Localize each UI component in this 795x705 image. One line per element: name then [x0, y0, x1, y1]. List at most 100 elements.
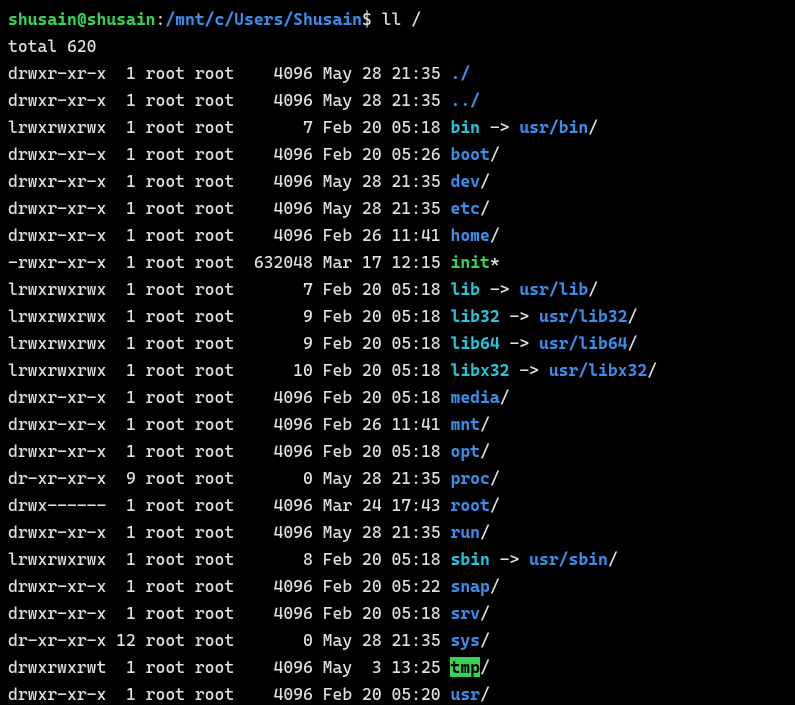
file-meta: 1 root root 4096 May 28 21:35 — [106, 90, 450, 110]
file-permissions: lrwxrwxrwx — [8, 117, 106, 137]
ls-row: lrwxrwxrwx 1 root root 7 Feb 20 05:18 li… — [8, 276, 787, 303]
ls-row: drwxr-xr-x 1 root root 4096 Feb 20 05:26… — [8, 141, 787, 168]
file-name: lib32 — [450, 306, 499, 326]
file-meta: 1 root root 4096 Feb 26 11:41 — [106, 225, 450, 245]
file-type-suffix: / — [628, 333, 638, 353]
symlink-arrow-icon: -> — [509, 360, 548, 380]
file-type-suffix: / — [490, 468, 500, 488]
file-name: lib64 — [450, 333, 499, 353]
file-name: run — [450, 522, 480, 542]
file-permissions: drwxrwxrwt — [8, 657, 106, 677]
terminal[interactable]: shusain@shusain:/mnt/c/Users/Shusain$ ll… — [8, 6, 787, 705]
file-permissions: drwxr-xr-x — [8, 225, 106, 245]
file-type-suffix: / — [480, 441, 490, 461]
file-type-suffix: / — [490, 144, 500, 164]
file-type-suffix: / — [588, 117, 598, 137]
file-type-suffix: / — [647, 360, 657, 380]
file-meta: 1 root root 4096 Feb 20 05:18 — [106, 387, 450, 407]
symlink-arrow-icon: -> — [480, 117, 519, 137]
file-meta: 1 root root 4096 Feb 20 05:26 — [106, 144, 450, 164]
file-name: dev — [450, 171, 480, 191]
file-meta: 1 root root 4096 Feb 20 05:20 — [106, 684, 450, 704]
file-type-suffix: / — [480, 603, 490, 623]
ls-row: dr-xr-xr-x 12 root root 0 May 28 21:35 s… — [8, 627, 787, 654]
file-name: usr — [450, 684, 480, 704]
file-meta: 1 root root 4096 May 28 21:35 — [106, 63, 450, 83]
symlink-arrow-icon: -> — [490, 549, 529, 569]
ls-row: drwxr-xr-x 1 root root 4096 May 28 21:35… — [8, 519, 787, 546]
ls-row: drwx------ 1 root root 4096 Mar 24 17:43… — [8, 492, 787, 519]
file-name: srv — [450, 603, 480, 623]
file-type-suffix: / — [608, 549, 618, 569]
file-permissions: drwxr-xr-x — [8, 63, 106, 83]
file-meta: 1 root root 4096 Feb 26 11:41 — [106, 414, 450, 434]
file-name: etc — [450, 198, 480, 218]
file-name: sys — [450, 630, 480, 650]
file-meta: 9 root root 0 May 28 21:35 — [106, 468, 450, 488]
file-meta: 1 root root 7 Feb 20 05:18 — [106, 117, 450, 137]
file-permissions: lrwxrwxrwx — [8, 549, 106, 569]
ls-row: lrwxrwxrwx 1 root root 10 Feb 20 05:18 l… — [8, 357, 787, 384]
symlink-target: usr/libx32 — [549, 360, 647, 380]
file-type-suffix: / — [480, 630, 490, 650]
file-meta: 1 root root 4096 May 28 21:35 — [106, 198, 450, 218]
file-name: tmp — [450, 657, 480, 677]
file-type-suffix: / — [500, 387, 510, 407]
file-type-suffix: / — [490, 576, 500, 596]
file-permissions: drwxr-xr-x — [8, 198, 106, 218]
file-name: mnt — [450, 414, 480, 434]
file-name: opt — [450, 441, 480, 461]
symlink-target: usr/lib — [519, 279, 588, 299]
file-meta: 1 root root 4096 Feb 20 05:18 — [106, 441, 450, 461]
symlink-target: usr/lib64 — [539, 333, 628, 353]
file-meta: 1 root root 4096 May 28 21:35 — [106, 171, 450, 191]
file-meta: 1 root root 632048 Mar 17 12:15 — [106, 252, 450, 272]
ls-row: drwxr-xr-x 1 root root 4096 Feb 26 11:41… — [8, 411, 787, 438]
command-text: ll / — [382, 9, 421, 29]
file-name: boot — [450, 144, 489, 164]
symlink-target: usr/bin — [519, 117, 588, 137]
symlink-target: usr/lib32 — [539, 306, 628, 326]
ls-row: drwxr-xr-x 1 root root 4096 Feb 20 05:18… — [8, 600, 787, 627]
file-permissions: drwxr-xr-x — [8, 90, 106, 110]
ls-row: lrwxrwxrwx 1 root root 9 Feb 20 05:18 li… — [8, 303, 787, 330]
file-permissions: drwxr-xr-x — [8, 171, 106, 191]
file-meta: 1 root root 4096 Feb 20 05:18 — [106, 603, 450, 623]
file-type-suffix: / — [480, 171, 490, 191]
file-meta: 1 root root 4096 Mar 24 17:43 — [106, 495, 450, 515]
file-meta: 1 root root 9 Feb 20 05:18 — [106, 333, 450, 353]
file-name: init — [450, 252, 489, 272]
file-name: snap — [450, 576, 489, 596]
file-name: ./ — [450, 63, 470, 83]
ls-row: drwxr-xr-x 1 root root 4096 Feb 20 05:22… — [8, 573, 787, 600]
file-permissions: drwxr-xr-x — [8, 576, 106, 596]
file-permissions: drwxr-xr-x — [8, 144, 106, 164]
file-type-suffix: / — [480, 657, 490, 677]
ls-row: lrwxrwxrwx 1 root root 8 Feb 20 05:18 sb… — [8, 546, 787, 573]
file-permissions: -rwxr-xr-x — [8, 252, 106, 272]
ls-row: drwxr-xr-x 1 root root 4096 Feb 20 05:20… — [8, 681, 787, 705]
file-meta: 1 root root 4096 May 28 21:35 — [106, 522, 450, 542]
file-type-suffix: / — [588, 279, 598, 299]
prompt-path: /mnt/c/Users/Shusain — [165, 9, 362, 29]
file-type-suffix: / — [490, 495, 500, 515]
ls-row: drwxr-xr-x 1 root root 4096 Feb 20 05:18… — [8, 384, 787, 411]
file-type-suffix: / — [480, 198, 490, 218]
file-name: lib — [450, 279, 480, 299]
ls-row: drwxr-xr-x 1 root root 4096 May 28 21:35… — [8, 87, 787, 114]
symlink-target: usr/sbin — [529, 549, 608, 569]
file-permissions: dr-xr-xr-x — [8, 468, 106, 488]
ls-row: drwxr-xr-x 1 root root 4096 May 28 21:35… — [8, 168, 787, 195]
ls-row: drwxr-xr-x 1 root root 4096 Feb 20 05:18… — [8, 438, 787, 465]
ls-row: drwxr-xr-x 1 root root 4096 May 28 21:35… — [8, 60, 787, 87]
file-meta: 12 root root 0 May 28 21:35 — [106, 630, 450, 650]
prompt-line-1: shusain@shusain:/mnt/c/Users/Shusain$ ll… — [8, 6, 787, 33]
ls-row: dr-xr-xr-x 9 root root 0 May 28 21:35 pr… — [8, 465, 787, 492]
ls-output: drwxr-xr-x 1 root root 4096 May 28 21:35… — [8, 60, 787, 705]
file-meta: 1 root root 8 Feb 20 05:18 — [106, 549, 450, 569]
file-type-suffix: / — [480, 522, 490, 542]
file-name: sbin — [450, 549, 489, 569]
file-type-suffix: / — [480, 414, 490, 434]
ls-row: drwxr-xr-x 1 root root 4096 May 28 21:35… — [8, 195, 787, 222]
ls-row: lrwxrwxrwx 1 root root 9 Feb 20 05:18 li… — [8, 330, 787, 357]
